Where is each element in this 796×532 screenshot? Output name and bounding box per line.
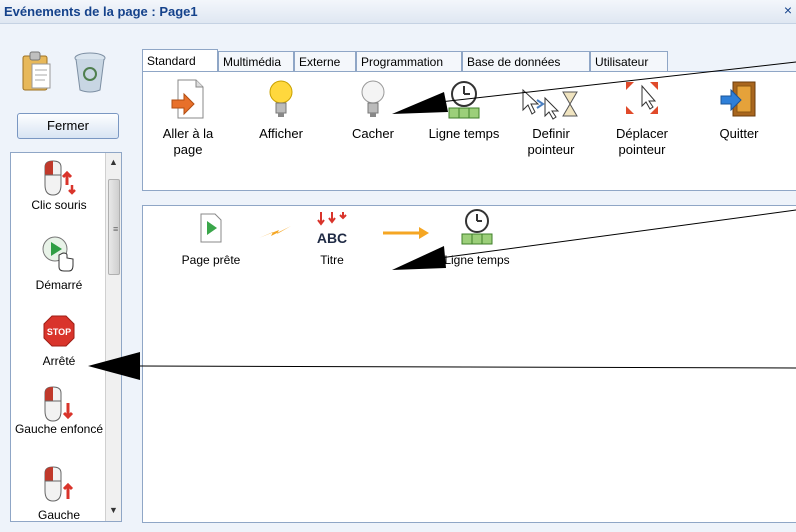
mouse-left-up-icon [44, 466, 74, 502]
lightbulb-off-icon [361, 80, 385, 117]
tab-externe[interactable]: Externe [294, 51, 356, 71]
event-flow-area[interactable]: Page prête ABC Titre Ligne temps [142, 205, 796, 523]
tab-multimedia[interactable]: Multimédia [218, 51, 294, 71]
stop-sign-icon: STOP [43, 315, 75, 347]
flow-node-titre[interactable]: ABC Titre [309, 210, 355, 267]
node-label: Titre [320, 253, 344, 267]
tool-cacher[interactable]: Cacher [333, 78, 413, 142]
paste-icon[interactable] [20, 50, 54, 94]
event-list-scrollbar[interactable]: ▲ ≡ ▼ [105, 153, 121, 521]
event-label: Arrêté [42, 354, 76, 368]
event-list[interactable]: Clic souris Démarré STOP Arrêté Gauche e… [10, 152, 122, 522]
tool-label: Ligne temps [428, 126, 500, 141]
lightning-connector-icon [259, 226, 291, 238]
event-item-gauche[interactable]: Gauche [11, 465, 107, 522]
fermer-button[interactable]: Fermer [17, 113, 119, 139]
tab-utilisateur[interactable]: Utilisateur [590, 51, 668, 71]
flow-node-page-prete[interactable]: Page prête [171, 212, 251, 267]
flow-node-ligne-temps[interactable]: Ligne temps [437, 208, 517, 267]
play-cursor-icon [42, 236, 74, 272]
timeline-icon [461, 209, 493, 245]
tool-label: Cacher [352, 126, 394, 141]
node-label: Page prête [181, 253, 241, 267]
tab-standard[interactable]: Standard [142, 49, 218, 72]
tool-label: Déplacer pointeur [615, 126, 669, 157]
action-toolbar: Aller à la page Afficher Cacher Ligne te… [142, 71, 796, 191]
event-label: Gauche enfoncé [14, 422, 104, 436]
tool-label: Aller à la page [162, 126, 214, 157]
timeline-icon [448, 81, 480, 119]
tab-programmation[interactable]: Programmation [356, 51, 462, 71]
tool-label: Definir pointeur [527, 126, 575, 157]
tab-base-de-donnees[interactable]: Base de données [462, 51, 590, 71]
tool-quitter[interactable]: Quitter [699, 78, 779, 142]
goto-page-icon [171, 79, 204, 119]
tool-afficher[interactable]: Afficher [241, 78, 321, 142]
title-bar: Evénements de la page : Page1 × [0, 0, 796, 24]
close-icon[interactable]: × [784, 2, 792, 18]
tool-label: Afficher [259, 126, 303, 141]
mouse-click-icon [44, 160, 76, 196]
grip-icon: ≡ [113, 224, 119, 234]
event-item-demarre[interactable]: Démarré [11, 233, 107, 292]
tool-ligne-temps[interactable]: Ligne temps [419, 78, 509, 142]
abc-glyphs: ABC [317, 230, 347, 246]
stop-sign-text: STOP [47, 327, 71, 337]
arrow-connector-icon [383, 227, 429, 239]
node-label: Ligne temps [444, 253, 510, 267]
event-item-gauche-enfonce[interactable]: Gauche enfoncé [11, 385, 107, 437]
mouse-left-down-icon [44, 386, 74, 422]
page-ready-icon [200, 213, 222, 243]
lightbulb-on-icon [269, 80, 293, 117]
event-label: Gauche [37, 508, 81, 522]
window-title: Evénements de la page : Page1 [4, 4, 198, 19]
scroll-down-icon[interactable]: ▼ [109, 505, 118, 515]
scroll-up-icon[interactable]: ▲ [109, 157, 118, 167]
tool-deplacer-pointeur[interactable]: Déplacer pointeur [597, 78, 687, 158]
event-label: Clic souris [31, 198, 87, 212]
tool-label: Quitter [719, 126, 759, 141]
event-item-clic-souris[interactable]: Clic souris [11, 159, 107, 212]
move-pointer-icon [626, 82, 658, 114]
exit-door-icon [720, 81, 756, 117]
scroll-thumb[interactable]: ≡ [108, 179, 120, 275]
set-pointer-icon [522, 88, 578, 120]
recycle-bin-icon[interactable] [72, 50, 108, 94]
title-abc-icon: ABC [317, 212, 347, 246]
event-label: Démarré [35, 278, 83, 292]
event-item-arrete[interactable]: STOP Arrêté [11, 313, 107, 368]
tool-aller-a-la-page[interactable]: Aller à la page [153, 78, 223, 158]
tool-definir-pointeur[interactable]: Definir pointeur [511, 78, 591, 158]
